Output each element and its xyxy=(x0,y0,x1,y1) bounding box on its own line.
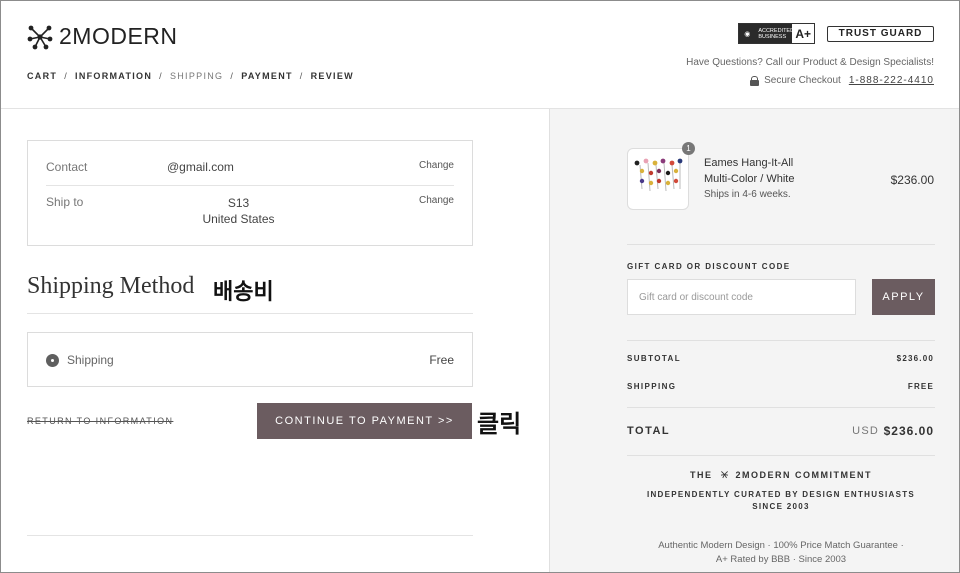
secure-checkout-label: Secure Checkout xyxy=(764,75,841,86)
divider xyxy=(627,455,935,456)
breadcrumb-shipping: SHIPPING xyxy=(169,71,224,81)
apply-button[interactable]: APPLY xyxy=(872,279,935,315)
breadcrumb-review: REVIEW xyxy=(310,71,354,81)
product-ship-time: Ships in 4-6 weeks. xyxy=(704,189,791,200)
breadcrumb-separator: / xyxy=(299,71,304,81)
shipping-option-price: Free xyxy=(429,353,454,367)
quantity-badge: 1 xyxy=(682,142,695,155)
subtotal-label: SUBTOTAL xyxy=(627,354,682,363)
breadcrumb-separator: / xyxy=(64,71,69,81)
shipping-label: SHIPPING xyxy=(627,382,677,391)
hang-it-all-image xyxy=(634,158,683,192)
contact-change-link[interactable]: Change xyxy=(419,160,454,171)
divider xyxy=(627,244,935,245)
divider xyxy=(627,407,935,408)
gift-card-input[interactable] xyxy=(627,279,856,315)
shipping-option[interactable]: Shipping Free xyxy=(27,332,473,387)
annotation-click: 클릭 xyxy=(477,410,522,438)
commitment-title: THE 2MODERN COMMITMENT xyxy=(689,470,873,480)
subtotal-value: $236.00 xyxy=(896,354,934,363)
shipping-option-label: Shipping xyxy=(67,353,114,367)
breadcrumb-separator: / xyxy=(230,71,235,81)
breadcrumb-cart[interactable]: CART xyxy=(27,71,57,81)
ship-to-change-link[interactable]: Change xyxy=(419,195,454,206)
contact-value: @gmail.com xyxy=(167,160,234,174)
site-logo[interactable]: 2MODERN xyxy=(27,23,178,50)
ship-to-address: S13 United States xyxy=(202,196,275,226)
divider xyxy=(27,313,473,314)
total-label: TOTAL xyxy=(627,425,671,437)
bbb-seal-icon: ◉ xyxy=(739,24,756,43)
product-price: $236.00 xyxy=(890,173,934,187)
product-thumbnail xyxy=(627,148,689,210)
commitment-footer: Authentic Modern Design · 100% Price Mat… xyxy=(658,540,904,565)
trust-guard-badge[interactable]: TRUST GUARD xyxy=(827,25,934,42)
secure-checkout: Secure Checkout 1-888-222-4410 xyxy=(750,75,934,86)
divider xyxy=(27,535,473,536)
annotation-shipping-fee: 배송비 xyxy=(213,280,274,305)
page-header: 2MODERN CART / INFORMATION / SHIPPING / … xyxy=(0,0,960,109)
gift-card-label: GIFT CARD OR DISCOUNT CODE xyxy=(627,262,791,271)
breadcrumb-information[interactable]: INFORMATION xyxy=(75,71,152,81)
commitment-subtitle: INDEPENDENTLY CURATED BY DESIGN ENTHUSIA… xyxy=(646,490,916,511)
total-value: $236.00 xyxy=(883,424,934,438)
order-summary: 1 Eames Hang-It-All Multi-Color / White S… xyxy=(549,109,960,573)
molecule-logo-icon xyxy=(720,471,728,479)
checkout-main: Contact @gmail.com Change Ship to S13 Uni… xyxy=(0,109,549,573)
bbb-badge[interactable]: ◉ ACCREDITED BUSINESS A+ xyxy=(738,23,815,44)
review-block: Contact @gmail.com Change Ship to S13 Uni… xyxy=(27,140,473,246)
return-to-information-link[interactable]: RETURN TO INFORMATION xyxy=(27,416,173,426)
breadcrumb: CART / INFORMATION / SHIPPING / PAYMENT … xyxy=(27,71,354,81)
lock-icon xyxy=(750,75,760,86)
contact-label: Contact xyxy=(46,160,88,174)
divider xyxy=(627,340,935,341)
product-name: Eames Hang-It-All Multi-Color / White xyxy=(704,157,795,185)
section-title: Shipping Method xyxy=(27,273,195,299)
total-currency: USD xyxy=(852,425,879,437)
trust-badges: ◉ ACCREDITED BUSINESS A+ TRUST GUARD xyxy=(738,23,934,44)
shipping-value: FREE xyxy=(907,382,934,391)
phone-link[interactable]: 1-888-222-4410 xyxy=(849,75,934,86)
continue-to-payment-button[interactable]: CONTINUE TO PAYMENT >> xyxy=(257,403,472,439)
breadcrumb-payment: PAYMENT xyxy=(241,71,293,81)
bbb-accredited-text: ACCREDITED BUSINESS xyxy=(755,24,794,43)
logo-text: 2MODERN xyxy=(59,23,178,49)
bbb-grade: A+ xyxy=(795,26,811,41)
help-text: Have Questions? Call our Product & Desig… xyxy=(686,57,934,68)
molecule-logo-icon xyxy=(27,25,53,49)
contact-row: Contact @gmail.com Change xyxy=(46,160,454,186)
radio-selected-icon[interactable] xyxy=(46,354,59,367)
breadcrumb-separator: / xyxy=(159,71,163,81)
